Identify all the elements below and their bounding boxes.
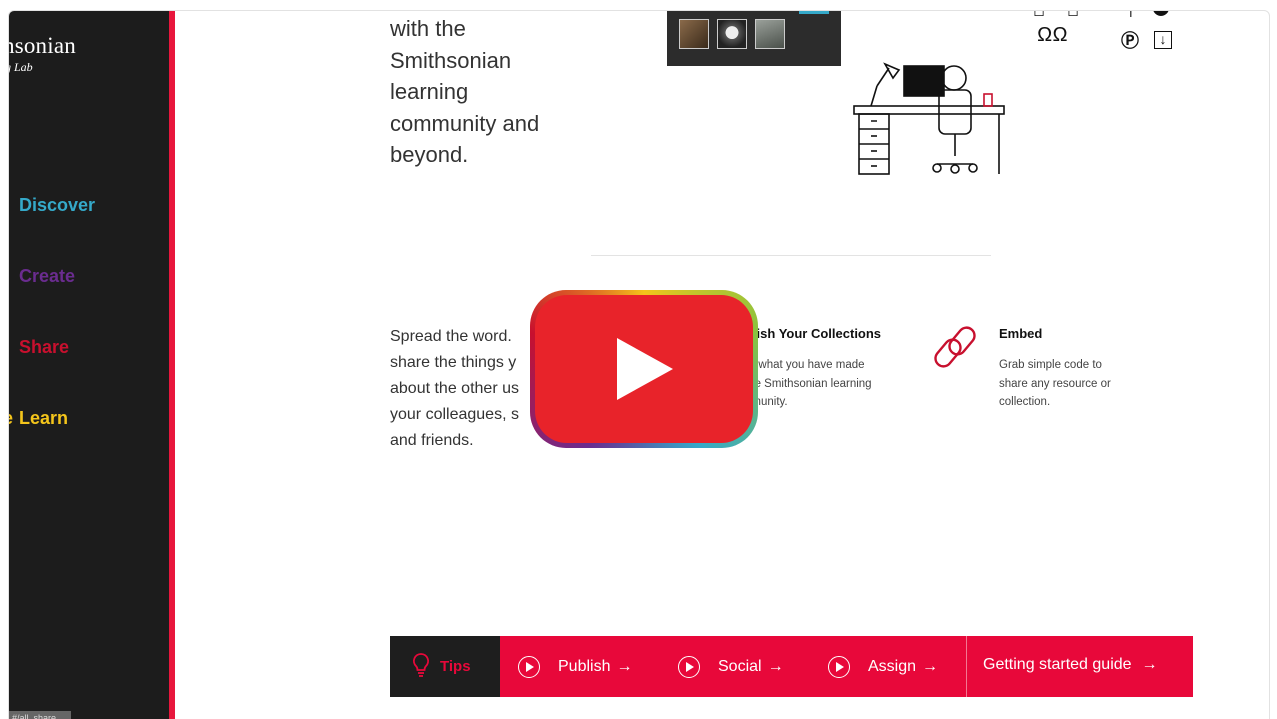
intro-line: with the [390, 16, 466, 41]
arrow-right-icon: → [922, 658, 939, 675]
sidebar-item-create[interactable]: Create [19, 266, 75, 287]
pinterest-icon[interactable]: Ⓟ [1121, 27, 1139, 53]
getting-started-label: Getting started guide [983, 656, 1132, 673]
publish-line: re what you have made [745, 359, 865, 371]
arrow-right-icon: → [767, 658, 784, 675]
strip-accent [799, 11, 829, 14]
play-icon [617, 338, 673, 400]
play-circle-icon [678, 656, 700, 678]
collection-thumbnail-strip [667, 11, 841, 66]
publish-line: nmunity. [745, 396, 788, 408]
page-frame: hsonian g Lab Discover Create Share e Le… [8, 10, 1270, 719]
publish-feature-text: re what you have made the Smithsonian le… [745, 356, 920, 412]
embed-line: share any resource or [999, 377, 1111, 390]
publish-tip-label: Publish [558, 658, 611, 675]
play-circle-icon [828, 656, 850, 678]
section-divider [591, 255, 991, 256]
chevron-right-icon[interactable]: › [995, 11, 1000, 17]
getting-started-link[interactable]: Getting started guide → [983, 656, 1158, 674]
sidebar-item-learn[interactable]: e Learn [9, 408, 69, 429]
video-play-button[interactable] [530, 290, 758, 448]
intro-line: Smithsonian [390, 47, 512, 73]
learn-icon: e [9, 408, 13, 429]
user-group-icon[interactable]: ΩΩ [1037, 24, 1068, 47]
tips-bar: Tips Publish → Social → Assign → Getting… [390, 636, 1193, 697]
tips-tab[interactable]: Tips [390, 636, 500, 697]
sidebar: hsonian g Lab Discover Create Share e Le… [9, 11, 175, 719]
twitter-icon[interactable]: ⬤ [1152, 11, 1170, 17]
bar-separator [966, 636, 967, 697]
assign-tip-label: Assign [868, 658, 917, 675]
publish-line: the Smithsonian learning [745, 377, 872, 390]
embed-line: Grab simple code to [999, 359, 1102, 371]
embed-feature-title: Embed [999, 326, 1043, 341]
assign-tip-link[interactable]: Assign → [828, 656, 938, 678]
user-icon[interactable]: ⌂ [1067, 11, 1079, 22]
social-tip-label: Social [718, 658, 762, 675]
play-button-body [535, 295, 753, 443]
status-url-tooltip: #/all_share [9, 711, 71, 719]
intro-text: with the Smithsonian learning community … [390, 13, 600, 171]
desk-illustration [853, 62, 1005, 175]
tips-label: Tips [440, 658, 471, 675]
social-tip-link[interactable]: Social → [678, 656, 784, 678]
sidebar-item-label: Learn [19, 408, 69, 428]
publish-tip-link[interactable]: Publish → [518, 656, 632, 678]
sidebar-item-share[interactable]: Share [19, 337, 69, 358]
intro-line: community and [390, 110, 540, 136]
spread-line: and friends. [390, 432, 474, 449]
arrow-right-icon: → [1141, 656, 1158, 673]
logo-subtitle: g Lab [9, 60, 33, 74]
thumbnail-image[interactable] [679, 19, 709, 49]
link-icon [934, 326, 976, 368]
play-circle-icon [518, 656, 540, 678]
thumbnail-image[interactable] [717, 19, 747, 49]
embed-feature-text: Grab simple code to share any resource o… [999, 356, 1139, 412]
sidebar-item-discover[interactable]: Discover [19, 195, 95, 216]
logo-title[interactable]: hsonian [9, 33, 76, 59]
facebook-icon[interactable]: | [1129, 11, 1133, 17]
thumbnail-image[interactable] [755, 19, 785, 49]
user-icon[interactable]: ⌂ [1033, 11, 1045, 22]
lightbulb-icon [413, 653, 429, 677]
download-icon[interactable]: ↓ [1154, 31, 1172, 49]
embed-line: collection. [999, 396, 1051, 408]
intro-line: beyond. [390, 142, 469, 167]
intro-line: learning [390, 79, 469, 104]
publish-feature-title: blish Your Collections [745, 326, 882, 341]
arrow-right-icon: → [616, 658, 633, 675]
